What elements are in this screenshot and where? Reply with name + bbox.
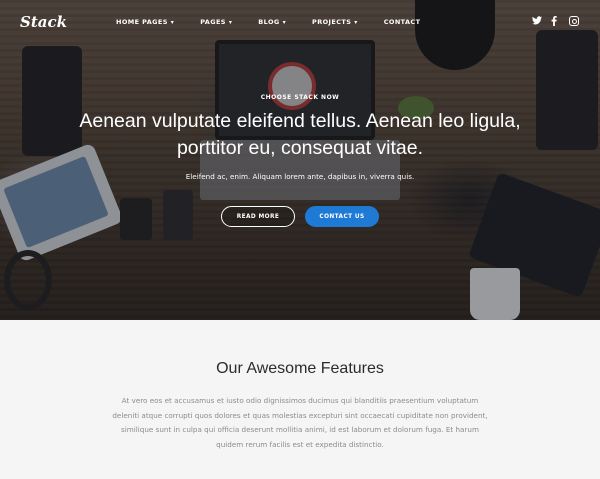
read-more-button[interactable]: READ MORE (221, 206, 295, 227)
nav-item-blog[interactable]: BLOG ▾ (258, 18, 286, 26)
nav-item-home-pages[interactable]: HOME PAGES ▾ (116, 18, 174, 26)
social-links (551, 16, 557, 29)
nav-item-label: PROJECTS (312, 18, 352, 26)
features-section: Our Awesome Features At vero eos et accu… (0, 320, 600, 479)
social-links (532, 16, 542, 28)
twitter-icon[interactable] (532, 16, 542, 28)
hero-subtext: Eleifend ac, enim. Aliquam lorem ante, d… (185, 172, 415, 181)
facebook-icon[interactable] (551, 16, 557, 29)
main-menu: HOME PAGES ▾ PAGES ▾ BLOG ▾ PROJECTS ▾ C… (116, 18, 446, 26)
chevron-down-icon: ▾ (282, 18, 287, 26)
hero-content: CHOOSE STACK NOW Aenean vulputate eleife… (0, 94, 600, 181)
chevron-down-icon: ▾ (170, 18, 175, 26)
chevron-down-icon: ▾ (354, 18, 358, 26)
nav-item-pages[interactable]: PAGES ▾ (200, 18, 232, 26)
social-links (569, 16, 579, 26)
instagram-icon[interactable] (569, 16, 579, 26)
hero-section: Stack HOME PAGES ▾ PAGES ▾ BLOG ▾ PROJEC… (0, 0, 600, 320)
hero-buttons: READ MORE CONTACT US (0, 206, 600, 227)
top-navbar: Stack HOME PAGES ▾ PAGES ▾ BLOG ▾ PROJEC… (0, 0, 600, 44)
nav-item-label: CONTACT (383, 18, 421, 26)
nav-item-contact[interactable]: CONTACT (384, 18, 421, 26)
hero-headline: Aenean vulputate eleifend tellus. Aenean… (79, 110, 521, 159)
brand-logo[interactable]: Stack (20, 13, 67, 31)
nav-item-label: BLOG (258, 18, 280, 26)
nav-item-label: HOME PAGES (116, 18, 168, 26)
features-title: Our Awesome Features (216, 360, 384, 377)
contact-us-button[interactable]: CONTACT US (305, 206, 379, 227)
nav-item-label: PAGES (200, 18, 226, 26)
features-description: At vero eos et accusamus et iusto odio d… (112, 396, 488, 449)
hero-kicker: CHOOSE STACK NOW (260, 94, 340, 101)
nav-item-projects[interactable]: PROJECTS ▾ (312, 18, 358, 26)
chevron-down-icon: ▾ (228, 18, 233, 26)
